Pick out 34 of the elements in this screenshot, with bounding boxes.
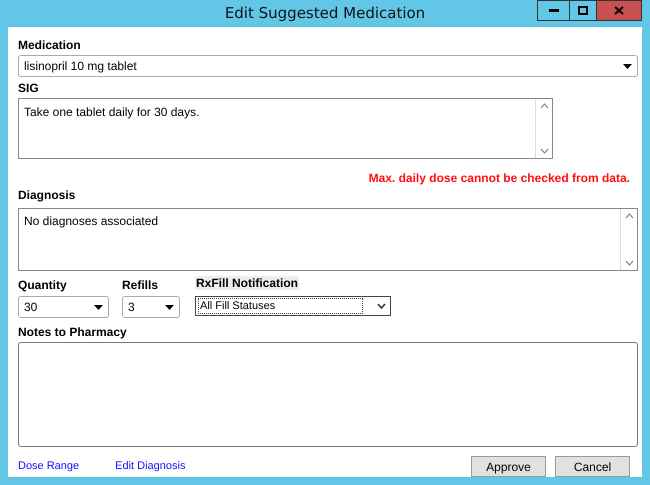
field-label: Quantity — [18, 278, 68, 292]
scroll-down-icon[interactable] — [540, 148, 548, 154]
scroll-up-icon[interactable] — [624, 213, 634, 219]
notes-text-area[interactable] — [18, 342, 638, 447]
sig-text-area[interactable]: Take one tablet daily for 30 days. — [18, 98, 553, 159]
field-label: Notes to Pharmacy — [18, 325, 128, 339]
dropdown[interactable]: 30 — [18, 296, 109, 318]
chevron-down-icon — [377, 303, 386, 309]
dropdown[interactable]: lisinopril 10 mg tablet — [18, 55, 638, 77]
field-label: Diagnosis — [18, 188, 76, 202]
close-button[interactable] — [597, 0, 642, 21]
approve-button[interactable]: Approve — [471, 456, 546, 477]
field-label: RxFill Notification — [195, 276, 299, 290]
link[interactable]: Dose Range — [18, 458, 80, 474]
dropdown[interactable]: 3 — [122, 296, 180, 318]
field-label: Medication — [18, 38, 82, 52]
dropdown[interactable]: All Fill Statuses — [195, 296, 391, 316]
dropdown-arrow-icon — [94, 304, 103, 310]
field-label: Refills — [122, 278, 160, 292]
scroll-up-icon[interactable] — [540, 103, 548, 109]
field-label: SIG — [18, 81, 40, 95]
dropdown-arrow-icon — [165, 304, 174, 310]
warning-text: Max. daily dose cannot be checked from data. — [368, 170, 630, 187]
minimize-icon — [548, 9, 558, 12]
diagnosis-text-area[interactable]: No diagnoses associated — [18, 208, 638, 271]
scroll-down-icon[interactable] — [624, 260, 634, 266]
link[interactable]: Edit Diagnosis — [115, 458, 186, 474]
dropdown-arrow-icon — [623, 64, 632, 68]
close-icon — [614, 6, 624, 15]
window-title: Edit Suggested Medication — [224, 3, 426, 24]
maximize-icon — [578, 6, 588, 15]
maximize-button[interactable] — [570, 0, 597, 21]
minimize-button[interactable] — [537, 0, 570, 21]
cancel-button[interactable]: Cancel — [555, 456, 630, 477]
